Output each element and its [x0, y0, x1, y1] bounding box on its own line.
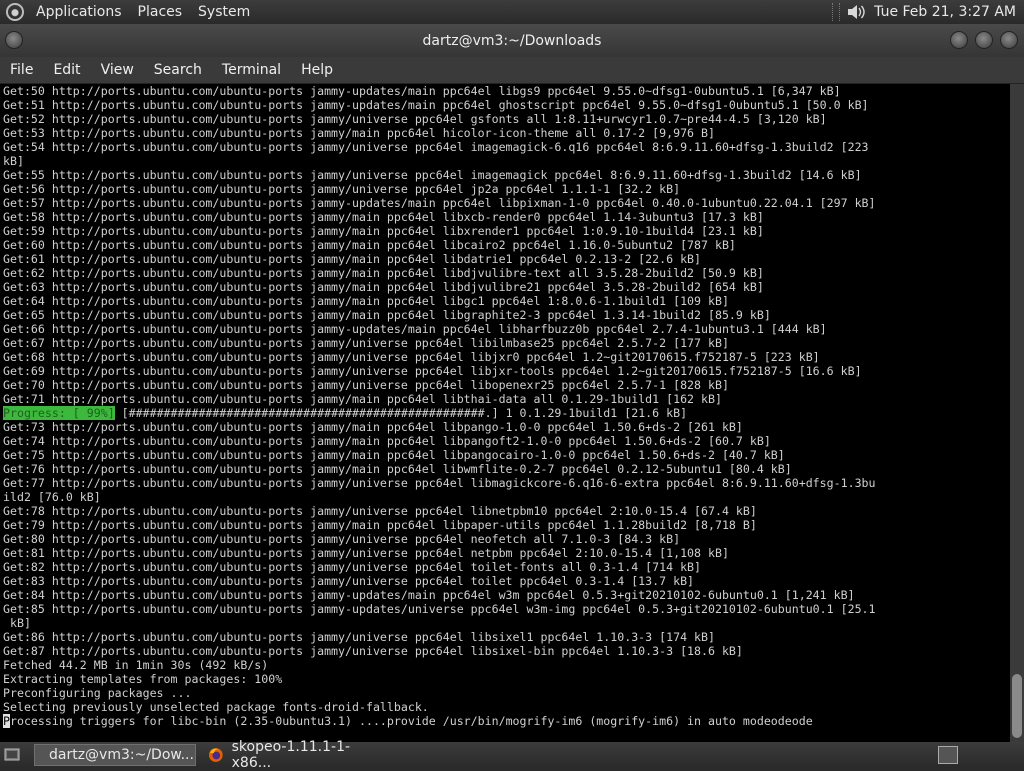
terminal-menubar: File Edit View Search Terminal Help — [0, 57, 1024, 84]
show-desktop-icon[interactable] — [4, 747, 20, 763]
menu-view[interactable]: View — [91, 57, 144, 83]
workspace-switcher-icon[interactable] — [938, 746, 958, 764]
menu-file[interactable]: File — [0, 57, 43, 83]
clock[interactable]: Tue Feb 21, 3:27 AM — [874, 4, 1024, 20]
applications-menu[interactable]: Applications — [28, 0, 130, 24]
taskbar-item-terminal[interactable]: dartz@vm3:~/Dow... — [34, 744, 196, 766]
menu-edit[interactable]: Edit — [43, 57, 90, 83]
menu-terminal[interactable]: Terminal — [212, 57, 291, 83]
terminal-scrollbar[interactable] — [1010, 84, 1024, 742]
window-menu-button[interactable] — [5, 31, 23, 49]
window-titlebar[interactable]: dartz@vm3:~/Downloads — [0, 24, 1024, 57]
top-panel: Applications Places System Tue Feb 21, 3… — [0, 0, 1024, 24]
terminal-cursor: P — [3, 714, 10, 728]
taskbar-item-label: dartz@vm3:~/Dow... — [49, 747, 194, 763]
terminal-lines-after: Get:73 http://ports.ubuntu.com/ubuntu-po… — [3, 420, 876, 714]
terminal-lines-before: Get:50 http://ports.ubuntu.com/ubuntu-po… — [3, 84, 876, 406]
minimize-button[interactable] — [950, 31, 968, 49]
terminal-last-line: rocessing triggers for libc-bin (2.35-0u… — [9, 714, 813, 728]
taskbar-item-label: skopeo-1.11.1-1-x86... — [231, 739, 351, 771]
taskbar-item-firefox[interactable]: skopeo-1.11.1-1-x86... — [202, 739, 392, 771]
places-menu[interactable]: Places — [130, 0, 191, 24]
distro-logo-icon[interactable] — [6, 3, 24, 21]
system-menu[interactable]: System — [190, 0, 258, 24]
panel-grip-icon — [832, 3, 841, 21]
maximize-button[interactable] — [975, 31, 993, 49]
bottom-panel: dartz@vm3:~/Dow... skopeo-1.11.1-1-x86..… — [0, 739, 1024, 771]
firefox-icon — [208, 748, 223, 762]
scrollbar-thumb[interactable] — [1012, 674, 1022, 738]
progress-bar-text: [#######################################… — [114, 406, 688, 420]
volume-icon[interactable] — [846, 4, 866, 20]
progress-label: Progress: [ 99%] — [3, 406, 115, 420]
menu-help[interactable]: Help — [291, 57, 343, 83]
terminal-area[interactable]: Get:50 http://ports.ubuntu.com/ubuntu-po… — [0, 84, 1010, 742]
window-title: dartz@vm3:~/Downloads — [422, 32, 602, 49]
terminal-output: Get:50 http://ports.ubuntu.com/ubuntu-po… — [3, 84, 876, 728]
menu-search[interactable]: Search — [144, 57, 212, 83]
close-button[interactable] — [1000, 31, 1018, 49]
